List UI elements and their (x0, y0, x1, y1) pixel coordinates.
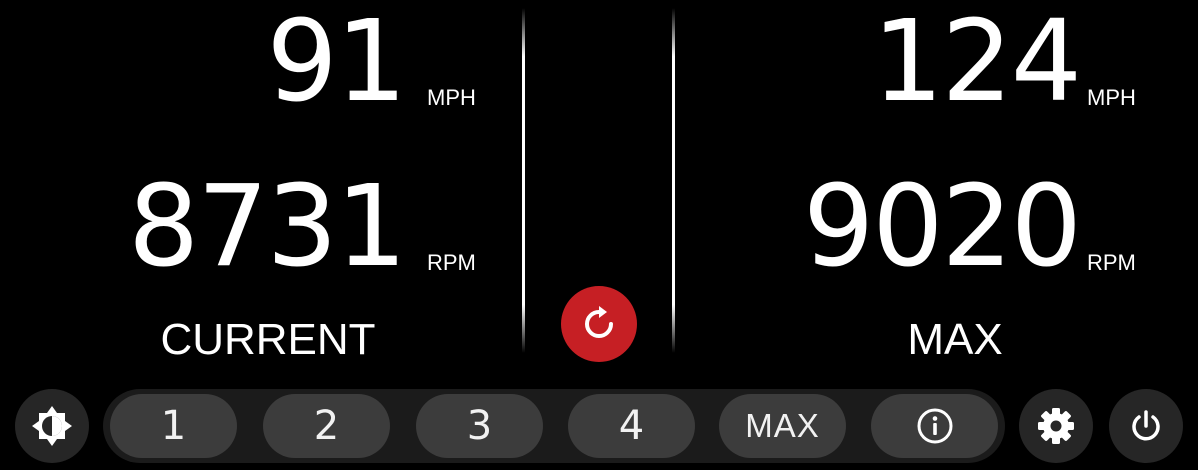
max-rpm-unit: RPM (1087, 250, 1136, 275)
info-icon (917, 408, 952, 444)
max-speed-unit: MPH (1087, 85, 1136, 110)
left-divider (522, 8, 525, 353)
current-speed-value: 91 (266, 0, 407, 127)
preset-1-button[interactable]: 1 (110, 394, 237, 458)
power-icon (1132, 410, 1160, 441)
max-speed-value: 124 (872, 0, 1082, 127)
preset-2-button[interactable]: 2 (263, 394, 390, 458)
refresh-icon (585, 306, 613, 338)
preset-4-button[interactable]: 4 (568, 394, 695, 458)
max-button[interactable]: MAX (719, 394, 846, 458)
max-rpm-value: 9020 (802, 162, 1082, 292)
current-rpm-unit: RPM (427, 250, 476, 275)
settings-button[interactable] (1019, 389, 1093, 463)
brightness-button[interactable] (15, 389, 89, 463)
info-button[interactable] (871, 394, 998, 458)
max-label: MAX (907, 315, 1003, 364)
current-rpm-value: 8731 (127, 162, 407, 292)
current-label: CURRENT (160, 315, 376, 364)
brightness-icon (32, 406, 72, 446)
power-button[interactable] (1109, 389, 1183, 463)
right-divider (672, 8, 675, 353)
preset-bar (103, 389, 1005, 463)
gear-icon (1038, 408, 1074, 444)
current-speed-unit: MPH (427, 85, 476, 110)
reset-button[interactable] (561, 286, 637, 362)
preset-3-button[interactable]: 3 (416, 394, 543, 458)
